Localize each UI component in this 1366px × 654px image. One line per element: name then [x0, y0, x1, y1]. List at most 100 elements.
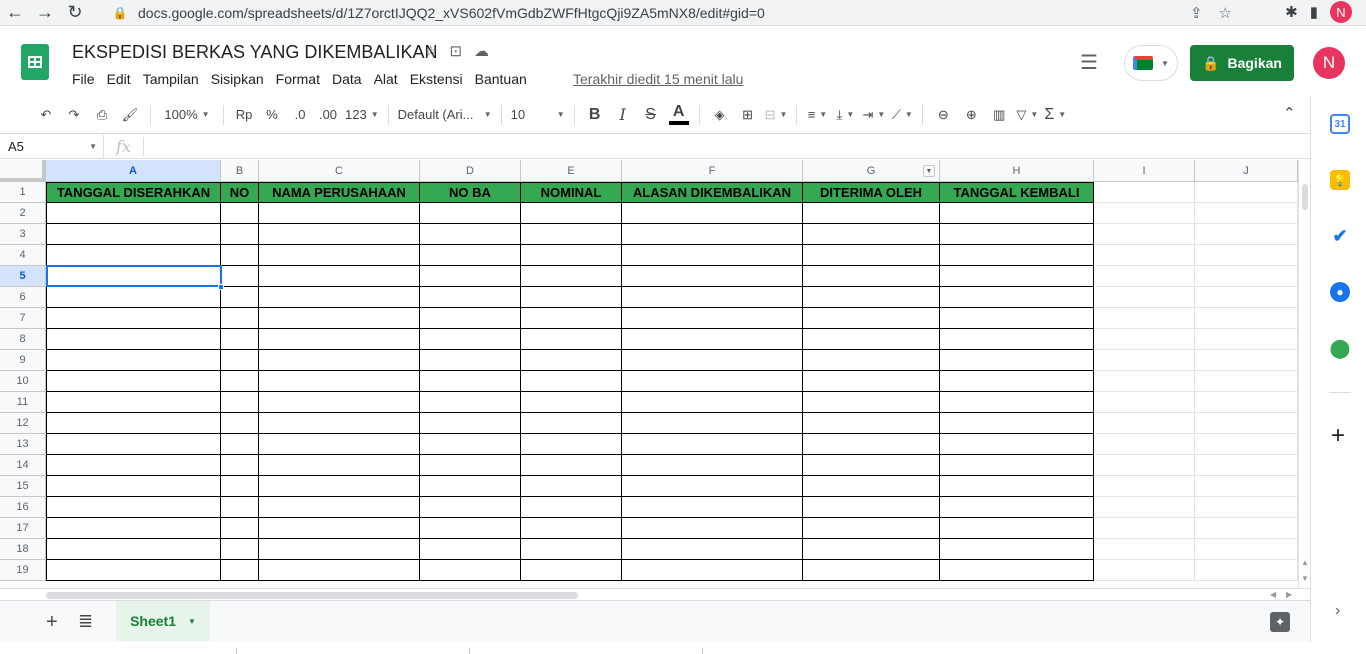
cell-e2[interactable] — [521, 203, 622, 224]
cell-j3[interactable] — [1195, 224, 1298, 245]
text-rotation-icon[interactable]: ⟋ ▼ — [888, 101, 916, 129]
keep-icon[interactable]: 💡 — [1330, 170, 1350, 190]
contacts-icon[interactable]: ● — [1330, 282, 1350, 302]
cell-c2[interactable] — [259, 203, 420, 224]
row-header-9[interactable]: 9 — [0, 350, 46, 371]
header-cell-h1[interactable]: TANGGAL KEMBALI — [940, 182, 1094, 203]
cell-d5[interactable] — [420, 266, 521, 287]
column-header-b[interactable]: B — [221, 160, 259, 182]
cell-b8[interactable] — [221, 329, 259, 350]
cell-b17[interactable] — [221, 518, 259, 539]
meet-button[interactable]: ▼ — [1124, 45, 1178, 81]
account-avatar[interactable]: N — [1313, 47, 1345, 79]
star-icon[interactable]: ☆ — [424, 42, 437, 60]
sheets-logo[interactable] — [21, 44, 49, 80]
cell-c9[interactable] — [259, 350, 420, 371]
cell-c19[interactable] — [259, 560, 420, 581]
cell-d16[interactable] — [420, 497, 521, 518]
scroll-left-arrow-icon[interactable]: ◀ — [1270, 590, 1276, 599]
fill-handle[interactable] — [218, 284, 224, 290]
row-header-13[interactable]: 13 — [0, 434, 46, 455]
all-sheets-icon[interactable]: ≣ — [78, 611, 93, 632]
sheet-tab[interactable]: Sheet1 ▼ — [116, 601, 210, 641]
menu-tools[interactable]: Alat — [368, 69, 404, 89]
cell-i12[interactable] — [1094, 413, 1195, 434]
cell-i15[interactable] — [1094, 476, 1195, 497]
cell-c4[interactable] — [259, 245, 420, 266]
fill-color-icon[interactable]: ◈ — [706, 101, 734, 129]
row-header-12[interactable]: 12 — [0, 413, 46, 434]
column-header-h[interactable]: H — [940, 160, 1094, 182]
cell-d10[interactable] — [420, 371, 521, 392]
cell-b10[interactable] — [221, 371, 259, 392]
row-header-2[interactable]: 2 — [0, 203, 46, 224]
borders-icon[interactable]: ⊞ — [734, 101, 762, 129]
horizontal-scrollbar[interactable]: ◀ ▶ — [0, 588, 1310, 600]
cell-d3[interactable] — [420, 224, 521, 245]
cell-c11[interactable] — [259, 392, 420, 413]
move-folder-icon[interactable]: ⊡ — [449, 42, 462, 60]
percent-format-button[interactable]: % — [258, 101, 286, 129]
cell-i10[interactable] — [1094, 371, 1195, 392]
menu-edit[interactable]: Edit — [101, 69, 137, 89]
menu-insert[interactable]: Sisipkan — [205, 69, 270, 89]
column-header-g[interactable]: G ▼ — [803, 160, 940, 182]
row-header-19[interactable]: 19 — [0, 560, 46, 581]
forward-icon[interactable]: → — [30, 0, 60, 26]
cell-j16[interactable] — [1195, 497, 1298, 518]
header-cell-g1[interactable]: DITERIMA OLEH — [803, 182, 940, 203]
chevron-right-icon[interactable]: › — [1335, 602, 1340, 620]
column-header-j[interactable]: J — [1195, 160, 1298, 182]
scroll-right-arrow-icon[interactable]: ▶ — [1286, 590, 1292, 599]
cell-h16[interactable] — [940, 497, 1094, 518]
name-box[interactable]: A5 ▼ — [0, 134, 104, 159]
cell-f15[interactable] — [622, 476, 803, 497]
cell-e9[interactable] — [521, 350, 622, 371]
header-cell-a1[interactable]: TANGGAL DISERAHKAN — [46, 182, 221, 203]
cell-i8[interactable] — [1094, 329, 1195, 350]
increase-decimal-button[interactable]: .00 — [314, 101, 342, 129]
cell-g14[interactable] — [803, 455, 940, 476]
cell-h2[interactable] — [940, 203, 1094, 224]
cell-d13[interactable] — [420, 434, 521, 455]
cell-h13[interactable] — [940, 434, 1094, 455]
reload-icon[interactable]: ↻ — [60, 0, 90, 26]
cell-f17[interactable] — [622, 518, 803, 539]
cell-i19[interactable] — [1094, 560, 1195, 581]
tasks-icon[interactable]: ✔ — [1330, 226, 1350, 246]
row-header-7[interactable]: 7 — [0, 308, 46, 329]
redo-icon[interactable]: ↷ — [60, 101, 88, 129]
vertical-scrollbar[interactable]: ▲ ▼ — [1298, 160, 1310, 588]
cell-j12[interactable] — [1195, 413, 1298, 434]
insert-link-icon[interactable]: ⊖ — [929, 101, 957, 129]
formula-input[interactable] — [144, 135, 1310, 159]
cell-i16[interactable] — [1094, 497, 1195, 518]
cell-b13[interactable] — [221, 434, 259, 455]
functions-button[interactable]: Σ ▼ — [1041, 101, 1069, 129]
cell-h14[interactable] — [940, 455, 1094, 476]
last-edit-link[interactable]: Terakhir diedit 15 menit lalu — [573, 71, 743, 87]
cell-i2[interactable] — [1094, 203, 1195, 224]
cell-b3[interactable] — [221, 224, 259, 245]
cell-e17[interactable] — [521, 518, 622, 539]
cell-j14[interactable] — [1195, 455, 1298, 476]
cell-f19[interactable] — [622, 560, 803, 581]
paint-format-icon[interactable]: 🖌 — [116, 101, 144, 129]
maps-icon[interactable]: ⬤ — [1330, 338, 1350, 358]
cell-f16[interactable] — [622, 497, 803, 518]
scroll-down-arrow-icon[interactable]: ▼ — [1301, 574, 1309, 583]
vertical-scroll-thumb[interactable] — [1302, 184, 1308, 210]
cell-h12[interactable] — [940, 413, 1094, 434]
cloud-status-icon[interactable]: ☁ — [474, 42, 489, 60]
menu-extensions[interactable]: Ekstensi — [404, 69, 469, 89]
cell-a13[interactable] — [46, 434, 221, 455]
cell-e5[interactable] — [521, 266, 622, 287]
cell-c14[interactable] — [259, 455, 420, 476]
cell-e19[interactable] — [521, 560, 622, 581]
cell-j17[interactable] — [1195, 518, 1298, 539]
cell-g16[interactable] — [803, 497, 940, 518]
row-header-14[interactable]: 14 — [0, 455, 46, 476]
cell-h6[interactable] — [940, 287, 1094, 308]
cell-d8[interactable] — [420, 329, 521, 350]
row-header-4[interactable]: 4 — [0, 245, 46, 266]
